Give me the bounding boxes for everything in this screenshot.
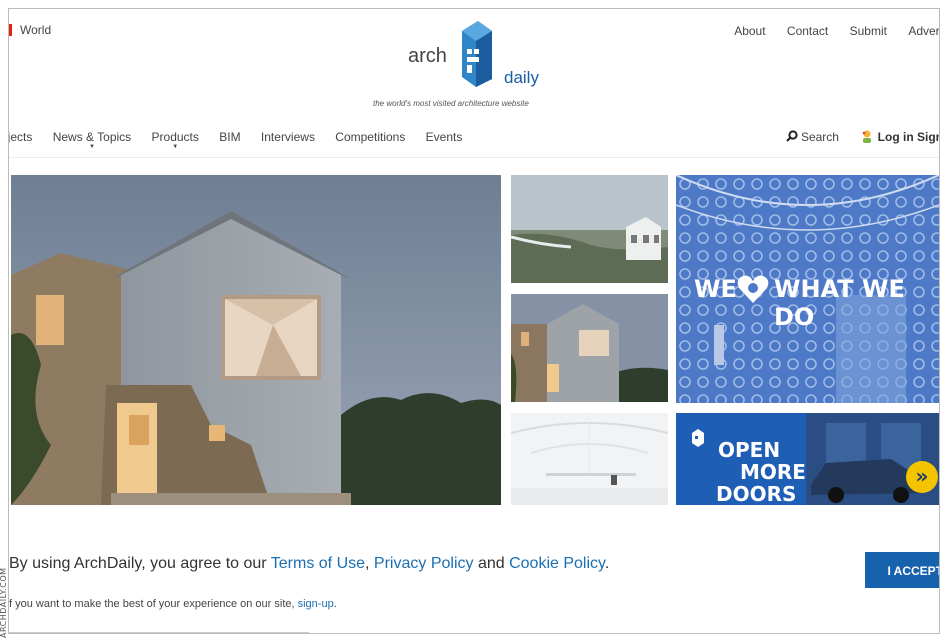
ad2-line-doors: DOORS xyxy=(716,482,797,505)
cookie-and: and xyxy=(473,555,510,572)
top-link-about[interactable]: About xyxy=(734,24,765,38)
ad2-line-more: MORE xyxy=(740,460,806,484)
user-nav: Search Log in Sign xyxy=(785,129,939,144)
logo-text-daily: daily xyxy=(504,68,539,87)
cookie-message-prefix: By using ArchDaily, you agree to our xyxy=(9,555,271,572)
advertisement-open-more-doors[interactable]: OPEN MORE DOORS » xyxy=(676,413,939,505)
nav-item-events[interactable]: Events xyxy=(426,130,463,144)
advertisement-we-love-what-we-do[interactable]: WE WHAT WE DO xyxy=(676,175,939,403)
top-link-contact[interactable]: Contact xyxy=(787,24,828,38)
archdaily-logo[interactable]: arch daily xyxy=(408,19,548,99)
cookie-policy-link[interactable]: Cookie Policy xyxy=(509,555,605,572)
nav-divider xyxy=(9,157,939,158)
hero-photo xyxy=(11,175,501,505)
top-link-submit[interactable]: Submit xyxy=(850,24,887,38)
user-avatar-icon xyxy=(863,130,872,143)
region-selector[interactable]: World xyxy=(9,23,51,37)
cookie-suffix: . xyxy=(604,555,610,572)
cookie-message: By using ArchDaily, you agree to our Ter… xyxy=(9,555,609,573)
privacy-policy-link[interactable]: Privacy Policy xyxy=(374,555,474,572)
accept-cookies-button[interactable]: I ACCEPT xyxy=(865,552,939,588)
thumbnail-photo-house xyxy=(511,294,668,402)
search-icon xyxy=(785,130,798,142)
terms-of-use-link[interactable]: Terms of Use xyxy=(271,555,365,572)
thumbnail-photo-coast xyxy=(511,175,668,283)
project-thumbnail-2[interactable] xyxy=(511,294,668,402)
region-label: World xyxy=(20,23,52,37)
nav-item-interviews[interactable]: Interviews xyxy=(261,130,315,144)
partial-input-field[interactable] xyxy=(9,632,309,633)
region-marker xyxy=(9,24,12,36)
logo-text-arch: arch xyxy=(408,45,447,67)
search-label: Search xyxy=(800,130,839,144)
nav-item-products[interactable]: Products xyxy=(152,130,199,144)
ad1-text-what-we-do: WHAT WE DO xyxy=(774,275,905,331)
heart-icon xyxy=(737,275,769,303)
signup-message-prefix: f you want to make the best of your expe… xyxy=(9,598,298,610)
featured-project-image[interactable] xyxy=(11,175,501,505)
site-tagline: the world's most visited architecture we… xyxy=(373,99,529,108)
cookie-comma: , xyxy=(365,555,374,572)
project-thumbnail-3[interactable] xyxy=(511,413,668,505)
top-links: About Contact Submit Advert xyxy=(716,24,939,38)
nav-item-news-topics[interactable]: News & Topics xyxy=(53,130,131,144)
cookie-consent-banner: By using ArchDaily, you agree to our Ter… xyxy=(9,514,939,633)
nav-item-bim[interactable]: BIM xyxy=(219,130,240,144)
signup-link[interactable]: Sign xyxy=(917,130,939,144)
search-button[interactable]: Search xyxy=(785,130,843,144)
top-link-advertise[interactable]: Advert xyxy=(908,24,939,38)
login-label: Log in xyxy=(877,130,914,144)
nav-item-projects[interactable]: ojects xyxy=(9,130,32,144)
ad1-text-we: WE xyxy=(694,275,737,303)
ad2-line-open: OPEN xyxy=(718,438,781,462)
cookie-signup-message: f you want to make the best of your expe… xyxy=(9,598,337,610)
next-arrow-icon[interactable]: » xyxy=(906,461,938,493)
signup-link-inline[interactable]: sign-up xyxy=(298,598,334,610)
archdaily-cube-icon xyxy=(692,429,704,447)
photo-credit: ARCHDAILY.COM xyxy=(0,567,8,638)
login-button[interactable]: Log in xyxy=(860,130,917,144)
main-nav: ojects News & Topics Products BIM Interv… xyxy=(9,130,479,144)
signup-message-suffix: . xyxy=(333,598,337,610)
project-thumbnail-1[interactable] xyxy=(511,175,668,283)
thumbnail-photo-interior xyxy=(511,413,668,505)
logo-cube-icon xyxy=(462,21,492,87)
browser-page: World About Contact Submit Advert arch d… xyxy=(8,8,940,634)
nav-item-competitions[interactable]: Competitions xyxy=(335,130,405,144)
